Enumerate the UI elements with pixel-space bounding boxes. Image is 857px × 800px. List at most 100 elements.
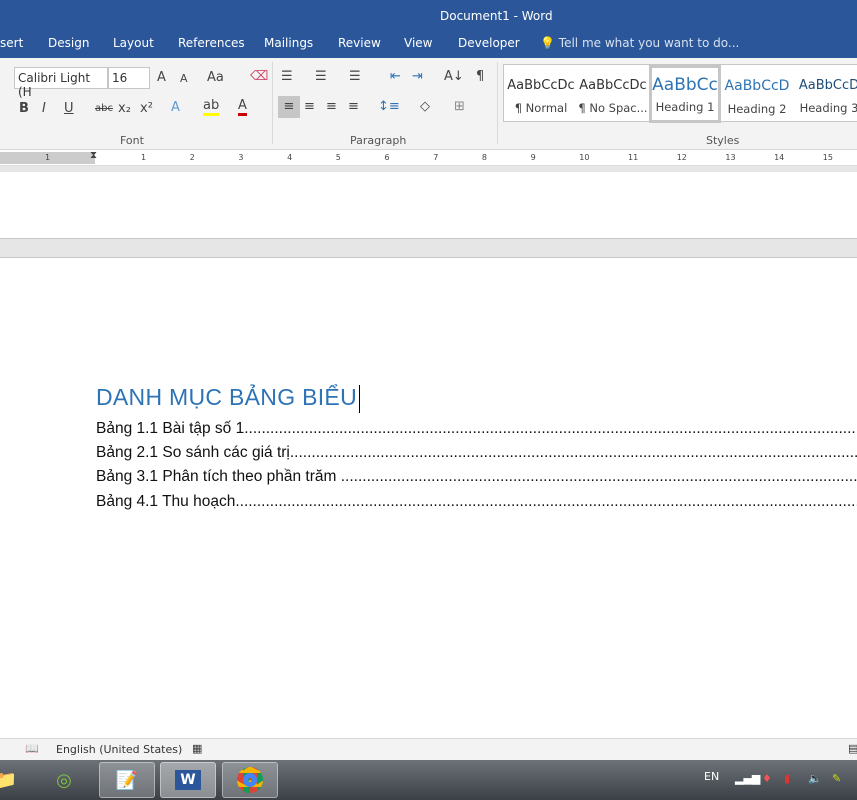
style-preview: AaBbCcD [798,78,857,93]
network-icon[interactable]: ▂▄▆ [735,772,760,785]
style-name: Heading 1 [655,100,715,114]
tab-developer[interactable]: Developer [458,36,520,50]
borders-icon[interactable]: ⊞ [454,99,465,114]
style-normal[interactable]: AaBbCcDc ¶ Normal [505,65,577,123]
read-mode-icon[interactable]: ▤ [848,742,857,755]
grow-font-icon[interactable]: A [157,70,166,85]
text-cursor [358,384,360,413]
style-heading-2[interactable]: AaBbCcD Heading 2 [721,65,793,123]
numbering-icon[interactable]: ☰ [315,69,327,84]
macro-record-icon[interactable]: ▦ [192,742,202,755]
language-indicator[interactable]: English (United States) [56,743,182,756]
style-preview: AaBbCc [652,75,718,95]
chrome-icon[interactable] [222,762,278,798]
line-spacing-icon[interactable]: ↕≡ [378,99,400,114]
toc-entry[interactable]: Bảng 2.1 So sánh các giá trị............… [96,444,857,462]
font-name-select[interactable]: Calibri Light (H [14,67,108,99]
font-color-icon[interactable]: A [238,98,247,116]
indent-marker-icon[interactable]: ⧗ [90,150,97,161]
document-heading[interactable]: DANH MỤC BẢNG BIỂU [96,384,360,413]
text-effects-icon[interactable]: A [171,100,180,115]
ruler-number: 2 [189,153,195,162]
tab-layout[interactable]: Layout [113,36,154,50]
tell-me-box[interactable]: 💡 Tell me what you want to do... [540,36,739,50]
style-name: ¶ No Spac... [578,101,648,115]
ruler-number: 12 [676,153,687,162]
tab-view[interactable]: View [404,36,432,50]
file-explorer-icon[interactable]: 📁 [0,762,34,798]
ruler-number: 1 [141,153,147,162]
proofing-icon[interactable]: 📖 [25,742,39,755]
tab-mailings[interactable]: Mailings [264,36,313,50]
coc-coc-icon[interactable]: ◎ [36,762,92,798]
font-name-value: Calibri Light (H [18,71,91,99]
power-icon[interactable]: ▮ [784,772,790,785]
style-name: Heading 2 [727,102,787,116]
ruler-number: 9 [530,153,536,162]
notepad-plus-plus-icon[interactable]: 📝 [99,762,155,798]
ruler-number: 6 [384,153,390,162]
style-no-spacing[interactable]: AaBbCcDc ¶ No Spac... [577,65,649,123]
style-name: ¶ Normal [514,101,568,115]
volume-icon[interactable]: 🔈 [808,772,822,785]
tab-references[interactable]: References [178,36,245,50]
justify-icon[interactable]: ≡ [348,99,359,114]
multilevel-list-icon[interactable]: ☰ [349,69,361,84]
ruler-number: 11 [628,153,639,162]
styles-gallery: AaBbCcDc ¶ Normal AaBbCcDc ¶ No Spac... Aa… [503,64,857,123]
word-icon[interactable]: W [160,762,216,798]
tray-app-icon[interactable]: ♦ [762,772,772,785]
tell-me-text: Tell me what you want to do... [558,36,740,50]
change-case-icon[interactable]: Aa [207,70,224,85]
toc-entry[interactable]: Bảng 4.1 Thu hoạch......................… [96,493,857,511]
show-marks-icon[interactable]: ¶ [476,69,484,84]
font-group-label: Font [120,134,144,147]
title-bar: Document1 - Word [0,0,857,30]
tab-design[interactable]: Design [48,36,89,50]
italic-icon[interactable]: I [42,101,46,116]
style-heading-1[interactable]: AaBbCc Heading 1 [649,65,721,123]
toc-entry[interactable]: Bảng 1.1 Bài tập số 1...................… [96,420,857,438]
strikethrough-icon[interactable]: abc [95,103,113,114]
style-preview: AaBbCcD [724,78,790,94]
subscript-icon[interactable]: x₂ [118,101,131,116]
underline-icon[interactable]: U [64,101,74,116]
ruler-number: 10 [579,153,590,162]
align-center-icon[interactable]: ≡ [304,99,315,114]
style-preview: AaBbCcDc [507,78,575,93]
document-page[interactable]: DANH MỤC BẢNG BIỂU Bảng 1.1 Bài tập số 1… [0,258,857,738]
tab-review[interactable]: Review [338,36,381,50]
lightbulb-icon: 💡 [540,36,555,50]
bold-icon[interactable]: B [19,101,29,116]
safely-remove-icon[interactable]: ✎ [832,772,841,785]
ruler-number: 14 [774,153,785,162]
horizontal-ruler[interactable]: 1 ⧗ 1 2 3 4 5 6 7 8 9 10 11 12 13 14 15 [0,150,857,166]
input-language[interactable]: EN [704,770,719,783]
shading-icon[interactable]: ◇ [420,99,430,114]
ruler-number: 3 [238,153,244,162]
ruler-number: 13 [725,153,736,162]
ribbon-tabs: sert Design Layout References Mailings R… [0,30,857,58]
tab-insert[interactable]: sert [0,36,23,50]
shrink-font-icon[interactable]: A [180,72,188,85]
decrease-indent-icon[interactable]: ⇤ [390,69,401,84]
ribbon: Calibri Light (H 16 A A Aa ⌫ B I U abc x… [0,58,857,150]
align-left-icon[interactable]: ≡ [278,96,300,118]
style-name: Heading 3 [799,101,857,115]
increase-indent-icon[interactable]: ⇥ [412,69,423,84]
previous-page [0,172,857,238]
status-bar: 📖 English (United States) ▦ ▤ [0,738,857,760]
ruler-number: 15 [822,153,833,162]
align-right-icon[interactable]: ≡ [326,99,337,114]
ruler-number: 4 [287,153,293,162]
font-size-value: 16 [112,71,128,85]
clear-formatting-icon[interactable]: ⌫ [250,69,268,84]
toc-entry[interactable]: Bảng 3.1 Phân tích theo phần trăm ......… [96,468,857,486]
style-heading-3[interactable]: AaBbCcD Heading 3 [793,65,857,123]
page-gap [0,238,857,258]
highlight-icon[interactable]: ab [203,98,220,116]
superscript-icon[interactable]: x² [140,101,153,116]
font-size-select[interactable]: 16 [108,67,150,89]
sort-icon[interactable]: A↓ [444,69,464,84]
bullets-icon[interactable]: ☰ [281,69,293,84]
